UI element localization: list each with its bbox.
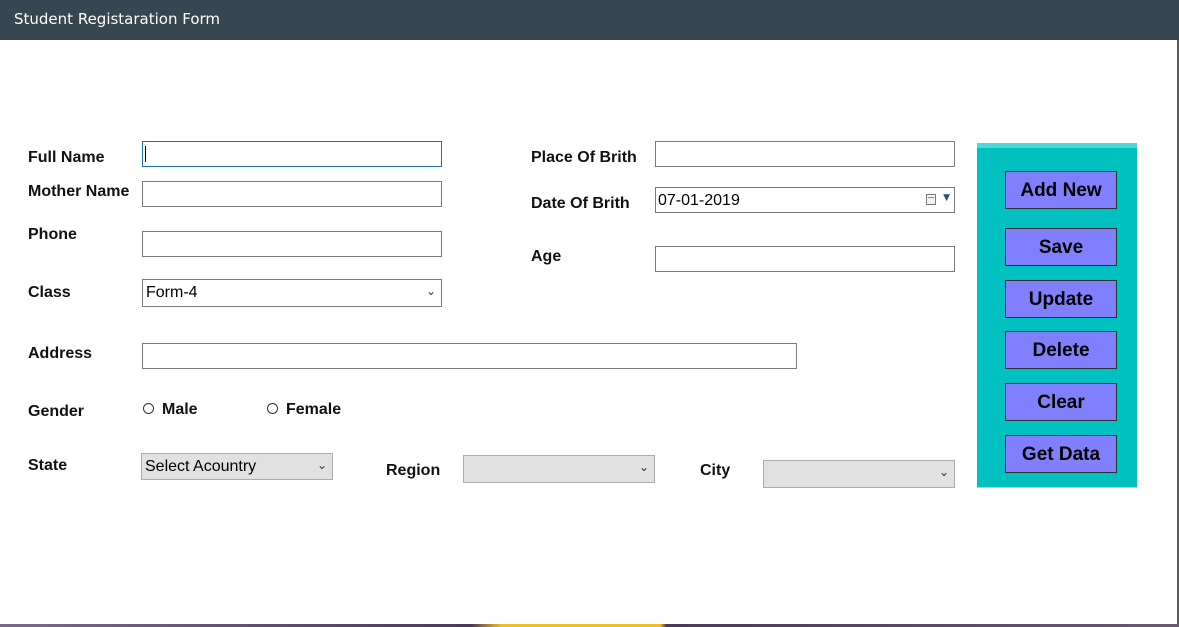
calendar-icon[interactable] bbox=[926, 194, 936, 205]
actions-panel: Add New Save Update Delete Clear Get Dat… bbox=[977, 143, 1137, 488]
save-button[interactable]: Save bbox=[1005, 228, 1117, 266]
chevron-down-icon: ⌄ bbox=[638, 460, 649, 474]
date-of-birth-value: 07-01-2019 bbox=[658, 192, 740, 209]
date-of-birth-picker[interactable]: 07-01-2019 ▼ bbox=[655, 187, 955, 213]
region-label: Region bbox=[386, 462, 441, 479]
chevron-down-icon: ⌄ bbox=[316, 458, 327, 472]
city-label: City bbox=[700, 462, 731, 479]
female-radio[interactable] bbox=[267, 403, 278, 414]
region-select[interactable]: ⌄ bbox=[463, 455, 655, 483]
phone-label: Phone bbox=[28, 226, 77, 243]
text-caret bbox=[145, 146, 146, 162]
state-label: State bbox=[28, 457, 68, 474]
city-select[interactable]: ⌄ bbox=[763, 460, 955, 488]
address-input[interactable] bbox=[142, 343, 797, 369]
delete-button[interactable]: Delete bbox=[1005, 331, 1117, 369]
state-selected-value: Select Acountry bbox=[145, 458, 257, 475]
place-of-birth-input[interactable] bbox=[655, 141, 955, 167]
class-selected-value: Form-4 bbox=[146, 284, 198, 301]
class-select[interactable]: Form-4 ⌄ bbox=[142, 279, 442, 307]
dropdown-arrow-icon[interactable]: ▼ bbox=[943, 193, 950, 203]
add-new-button[interactable]: Add New bbox=[1005, 171, 1117, 209]
chevron-down-icon: ⌄ bbox=[938, 465, 949, 479]
mother-name-input[interactable] bbox=[142, 181, 442, 207]
phone-input[interactable] bbox=[142, 231, 442, 257]
state-select[interactable]: Select Acountry ⌄ bbox=[141, 453, 333, 480]
full-name-label: Full Name bbox=[28, 149, 105, 166]
class-label: Class bbox=[28, 284, 71, 301]
place-of-birth-label: Place Of Brith bbox=[531, 149, 637, 166]
window-title: Student Registaration Form bbox=[14, 10, 221, 28]
age-input[interactable] bbox=[655, 246, 955, 272]
get-data-button[interactable]: Get Data bbox=[1005, 435, 1117, 473]
full-name-input[interactable] bbox=[142, 141, 442, 167]
date-of-birth-label: Date Of Brith bbox=[531, 195, 630, 212]
chevron-down-icon: ⌄ bbox=[425, 284, 436, 298]
age-label: Age bbox=[531, 248, 562, 265]
gender-label: Gender bbox=[28, 403, 85, 420]
update-button[interactable]: Update bbox=[1005, 280, 1117, 318]
clear-button[interactable]: Clear bbox=[1005, 383, 1117, 421]
male-radio-label[interactable]: Male bbox=[162, 401, 198, 419]
title-bar: Student Registaration Form bbox=[0, 0, 1179, 40]
address-label: Address bbox=[28, 345, 93, 362]
male-radio[interactable] bbox=[143, 403, 154, 414]
mother-name-label: Mother Name bbox=[28, 183, 130, 200]
female-radio-label[interactable]: Female bbox=[286, 401, 341, 419]
